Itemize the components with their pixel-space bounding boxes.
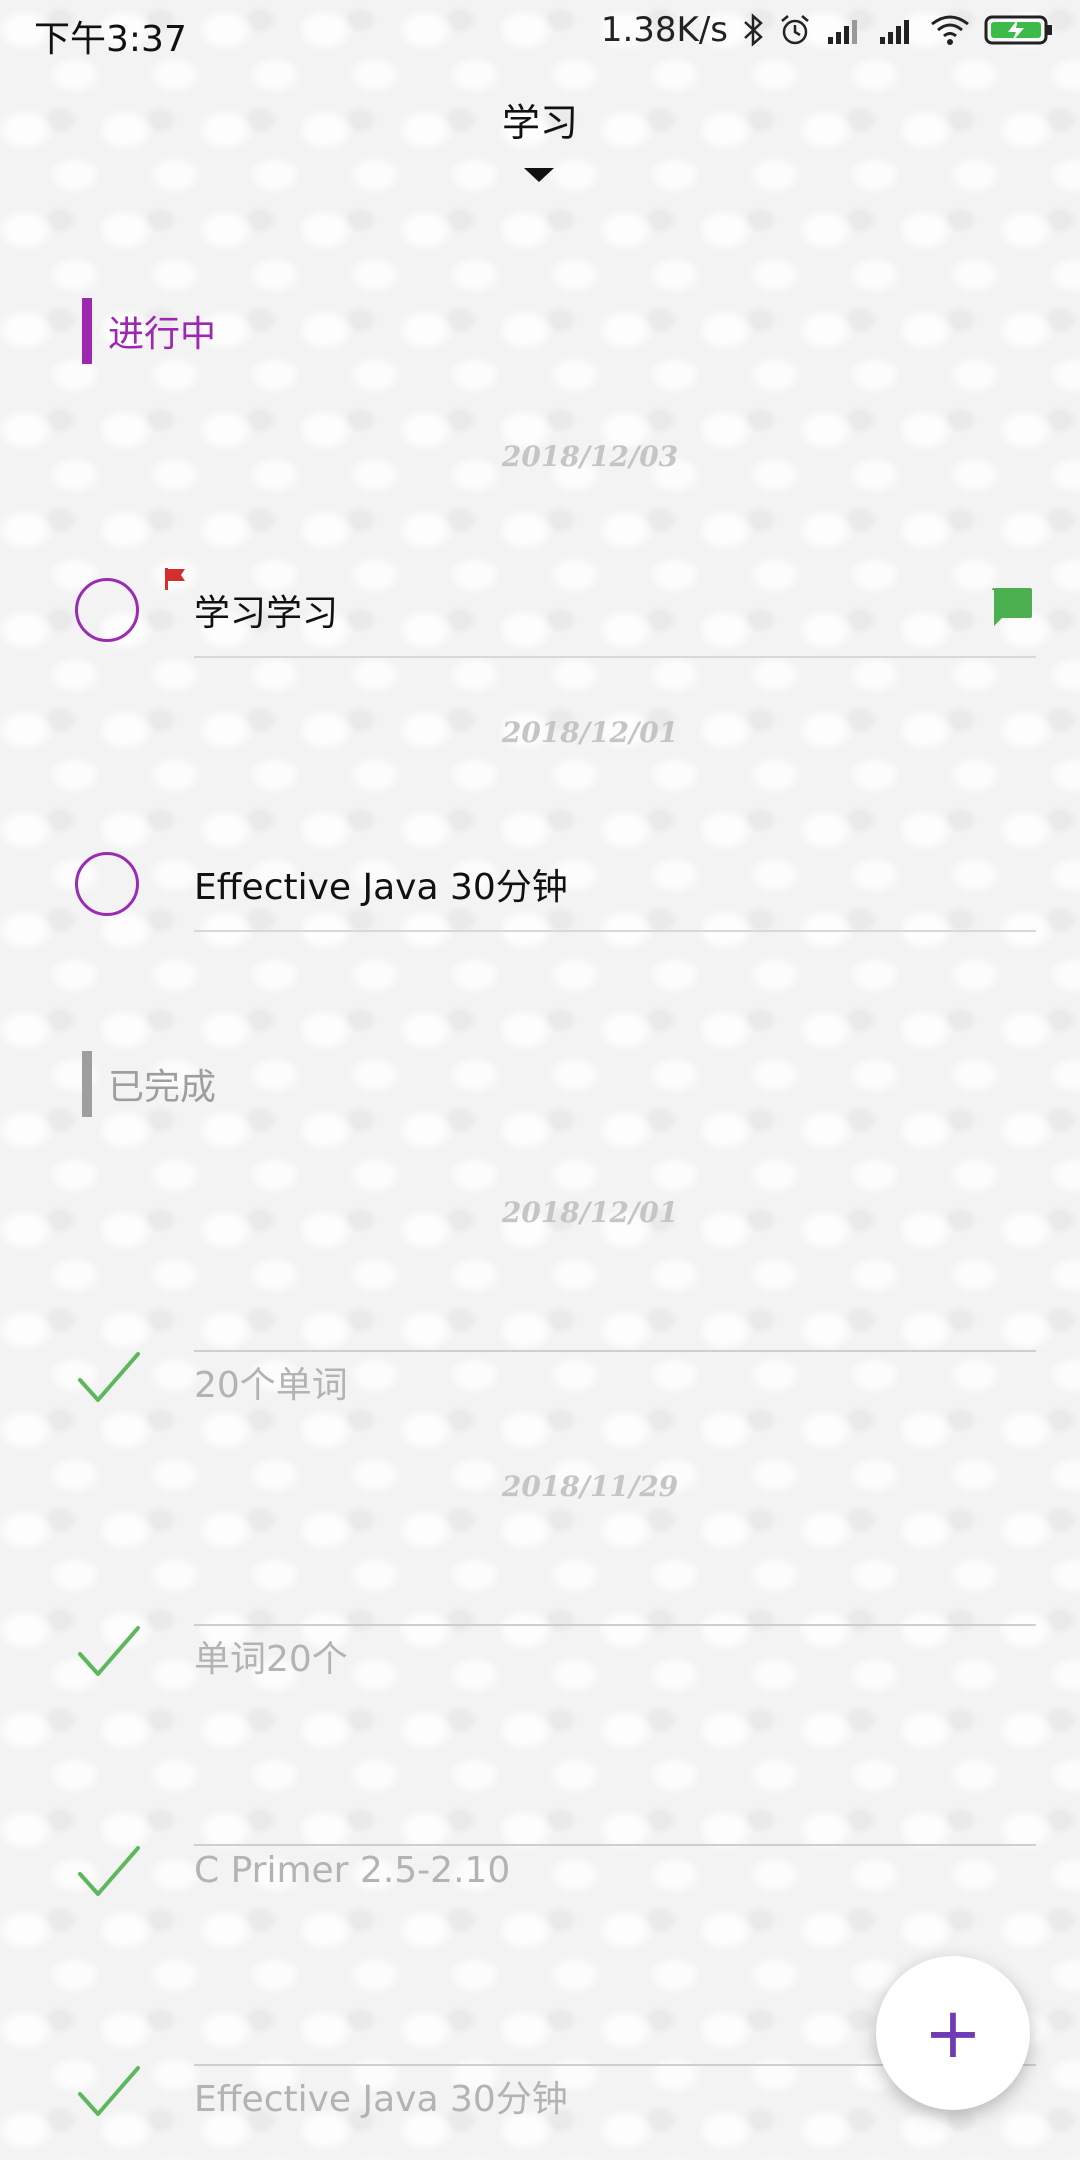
section-header-completed: 已完成 <box>82 1051 216 1117</box>
task-checkbox[interactable] <box>75 852 139 916</box>
add-task-button[interactable]: + <box>876 1956 1030 2110</box>
check-icon[interactable] <box>78 2062 140 2122</box>
section-marker <box>82 298 92 364</box>
wifi-icon <box>930 14 970 46</box>
divider <box>194 656 1036 658</box>
flag-icon <box>163 566 189 592</box>
task-checkbox[interactable] <box>75 578 139 642</box>
signal-icon <box>826 15 864 45</box>
task-row[interactable]: 单词20个 <box>0 1594 1080 1704</box>
status-bar: 下午3:37 1.38K/s <box>0 0 1080 66</box>
section-marker <box>82 1051 92 1117</box>
task-title: Effective Java 30分钟 <box>194 2079 568 2120</box>
caret-down-icon[interactable] <box>524 168 554 182</box>
strikethrough-line <box>194 1844 1036 1846</box>
status-time: 下午3:37 <box>34 19 187 60</box>
task-row[interactable]: Effective Java 30分钟 <box>0 822 1080 932</box>
date-label: 2018/12/01 <box>501 716 679 749</box>
date-label: 2018/12/01 <box>501 1196 679 1229</box>
task-title: 单词20个 <box>194 1639 348 1680</box>
task-row[interactable]: 20个单词 <box>0 1320 1080 1430</box>
bluetooth-icon <box>742 13 764 47</box>
check-icon[interactable] <box>78 1622 140 1682</box>
date-label: 2018/11/29 <box>501 1470 679 1503</box>
task-title: Effective Java 30分钟 <box>194 867 568 908</box>
alarm-icon <box>778 13 812 47</box>
task-title: C Primer 2.5-2.10 <box>194 1850 511 1891</box>
task-row[interactable]: C Primer 2.5-2.10 <box>0 1814 1080 1924</box>
strikethrough-line <box>194 1350 1036 1352</box>
strikethrough-line <box>194 1624 1036 1626</box>
plus-icon: + <box>923 1992 983 2074</box>
section-label: 已完成 <box>108 1067 217 1108</box>
status-icons: 1.38K/s <box>601 10 1054 50</box>
divider <box>194 930 1036 932</box>
page-title[interactable]: 学习 <box>0 92 1080 147</box>
signal-icon <box>878 15 916 45</box>
net-speed: 1.38K/s <box>600 10 728 50</box>
task-row[interactable]: 学习学习 <box>0 548 1080 658</box>
section-label: 进行中 <box>108 314 217 355</box>
date-label: 2018/12/03 <box>501 440 679 473</box>
section-header-in-progress: 进行中 <box>82 298 216 364</box>
comment-icon[interactable] <box>990 586 1034 630</box>
check-icon[interactable] <box>78 1842 140 1902</box>
task-title: 学习学习 <box>194 593 339 634</box>
battery-charging-icon <box>984 13 1054 47</box>
task-title: 20个单词 <box>194 1365 348 1406</box>
check-icon[interactable] <box>78 1348 140 1408</box>
